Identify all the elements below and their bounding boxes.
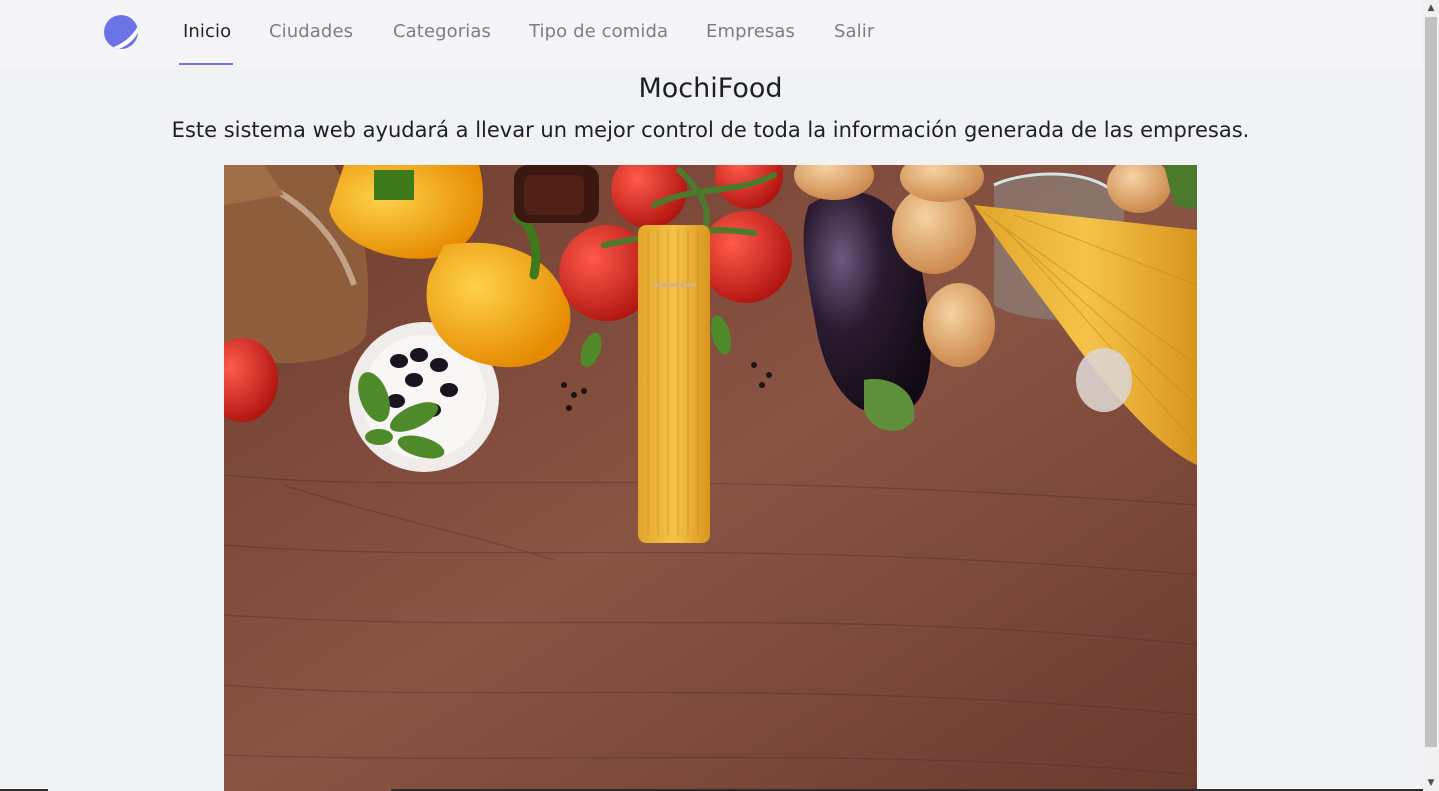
scroll-down-arrow-icon[interactable]: ▼ — [1423, 775, 1439, 791]
hero-image — [224, 165, 1197, 791]
nav-item-categorias[interactable]: Categorias — [393, 21, 491, 42]
scroll-up-arrow-icon[interactable]: ▲ — [1423, 0, 1439, 16]
scroll-thumb[interactable] — [1425, 17, 1437, 747]
page: Inicio Ciudades Categorias Tipo de comid… — [0, 0, 1423, 791]
navbar: Inicio Ciudades Categorias Tipo de comid… — [0, 0, 1423, 66]
page-subtitle: Este sistema web ayudará a llevar un mej… — [171, 118, 1250, 142]
active-tab-indicator — [179, 63, 233, 65]
vertical-scrollbar[interactable]: ▲ ▼ — [1423, 0, 1439, 791]
page-title: MochiFood — [638, 73, 783, 104]
nav-item-inicio[interactable]: Inicio — [183, 21, 231, 42]
nav-item-salir[interactable]: Salir — [834, 21, 874, 42]
nav-item-tipo-de-comida[interactable]: Tipo de comida — [529, 21, 668, 42]
nav-item-ciudades[interactable]: Ciudades — [269, 21, 353, 42]
nav-item-empresas[interactable]: Empresas — [706, 21, 795, 42]
half-moon-logo-icon[interactable] — [102, 14, 140, 50]
